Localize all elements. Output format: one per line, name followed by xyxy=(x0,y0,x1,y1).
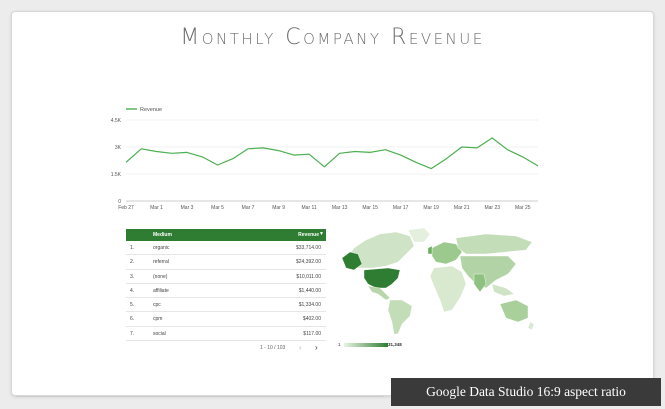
row-index: 5. xyxy=(130,302,135,309)
row-medium: affiliate xyxy=(153,287,169,294)
map-uk[interactable] xyxy=(427,245,433,255)
row-revenue: $117.00 xyxy=(303,330,321,337)
map-asia[interactable] xyxy=(459,255,517,289)
x-tick-label: Mar 15 xyxy=(362,205,378,211)
row-revenue: $10,011.00 xyxy=(296,273,321,280)
x-tick-label: Mar 5 xyxy=(211,205,224,211)
row-index: 3. xyxy=(130,273,135,280)
x-tick-label: Mar 21 xyxy=(454,205,470,211)
row-medium: cpm xyxy=(153,316,163,323)
x-tick-label: Mar 7 xyxy=(242,205,255,211)
geo-map[interactable] xyxy=(336,226,536,338)
row-revenue: $33,714.00 xyxy=(295,245,321,251)
row-revenue: $1,334.00 xyxy=(298,302,321,309)
row-revenue: $402.00 xyxy=(302,316,321,323)
map-southeast-asia[interactable] xyxy=(491,283,515,297)
row-index: 2. xyxy=(130,259,135,266)
x-tick-label: Mar 25 xyxy=(515,205,531,211)
row-medium: (none) xyxy=(153,273,168,280)
map-usa[interactable] xyxy=(363,267,401,289)
column-header-medium[interactable]: Medium xyxy=(153,232,172,238)
medium-revenue-table: Medium Revenue ▼ 1. organic $33,714.00 2… xyxy=(126,229,326,342)
row-index: 4. xyxy=(130,287,135,294)
y-tick-label: 1.5K xyxy=(111,172,122,178)
map-india[interactable] xyxy=(473,273,487,293)
revenue-line-chart[interactable]: 0 1.5K 3K 4.5K Feb 27 Mar 1 Mar 3 Mar 5 Mar 7 Mar… xyxy=(0,0,665,409)
map-africa[interactable] xyxy=(429,265,467,313)
chevron-right-icon[interactable]: › xyxy=(315,343,318,352)
row-index: 1. xyxy=(130,245,135,251)
x-tick-label: Mar 9 xyxy=(272,205,285,211)
y-tick-label: 0 xyxy=(118,199,121,205)
column-header-revenue[interactable]: Revenue xyxy=(298,232,319,238)
x-tick-label: Mar 13 xyxy=(332,205,348,211)
x-tick-label: Mar 11 xyxy=(302,205,317,211)
table-row: 4. affiliate $1,440.00 xyxy=(126,284,326,299)
revenue-series-line[interactable] xyxy=(125,137,539,170)
x-tick-label: Mar 19 xyxy=(423,205,439,211)
x-tick-label: Mar 17 xyxy=(393,205,409,211)
legend-gradient-bar xyxy=(344,343,388,347)
row-index: 7. xyxy=(130,330,135,337)
row-medium: social xyxy=(153,330,166,337)
table-row: 6. cpm $402.00 xyxy=(126,312,326,327)
legend-min-value: 1 xyxy=(338,342,341,347)
chevron-left-icon[interactable]: ‹ xyxy=(299,343,302,352)
y-tick-label: 3K xyxy=(115,145,122,151)
row-revenue: $24,392.00 xyxy=(295,259,321,266)
x-tick-label: Feb 27 xyxy=(118,205,134,211)
map-south-america[interactable] xyxy=(387,299,413,335)
row-medium: cpc xyxy=(153,302,161,309)
map-new-zealand[interactable] xyxy=(527,321,535,331)
x-tick-label: Mar 23 xyxy=(484,205,500,211)
map-mexico-central-america[interactable] xyxy=(367,285,391,301)
pager-range-label: 1 - 10 / 103 xyxy=(260,345,286,351)
table-pager: 1 - 10 / 103 ‹ › xyxy=(126,343,326,353)
legend-label: Revenue xyxy=(140,107,162,113)
caption-banner: Google Data Studio 16:9 aspect ratio xyxy=(391,378,661,406)
table-header: Medium Revenue ▼ xyxy=(126,229,326,241)
map-australia[interactable] xyxy=(499,299,529,323)
table-row: 2. referral $24,392.00 xyxy=(126,255,326,270)
table-row: 7. social $117.00 xyxy=(126,327,326,342)
legend-max-value: 31,348 xyxy=(388,342,402,347)
row-medium: referral xyxy=(153,259,169,266)
map-russia[interactable] xyxy=(455,233,533,255)
row-revenue: $1,440.00 xyxy=(298,287,321,294)
row-index: 6. xyxy=(130,316,135,323)
table-row: 1. organic $33,714.00 xyxy=(126,241,326,256)
x-tick-label: Mar 1 xyxy=(150,205,163,211)
y-tick-label: 4.5K xyxy=(111,118,122,124)
table-row: 3. (none) $10,011.00 xyxy=(126,270,326,284)
row-medium: organic xyxy=(153,245,170,251)
sort-descending-icon[interactable]: ▼ xyxy=(319,231,324,237)
x-tick-label: Mar 3 xyxy=(181,205,194,211)
table-row: 5. cpc $1,334.00 xyxy=(126,298,326,313)
